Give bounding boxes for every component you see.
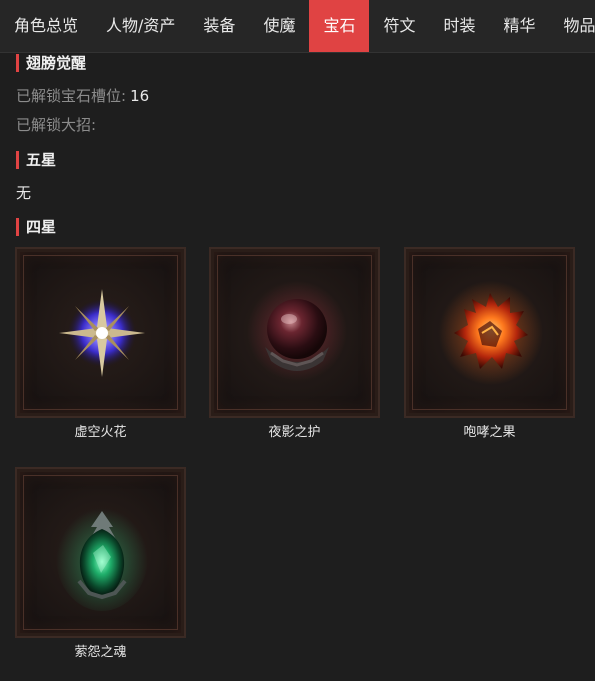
night-shadow-gem-icon — [247, 281, 347, 381]
gem-name: 咆哮之果 — [463, 425, 516, 440]
tab-equipment[interactable]: 装备 — [189, 0, 249, 52]
gem-frame[interactable] — [15, 467, 186, 638]
gem-frame[interactable] — [404, 247, 575, 418]
gem-frame[interactable] — [15, 247, 186, 418]
tab-gems[interactable]: 宝石 — [309, 0, 370, 52]
unlocked-ultimate-row: 已解锁大招: — [16, 115, 100, 135]
wing-awakening-heading: 翅膀觉醒 — [16, 54, 86, 72]
tab-essence[interactable]: 精华 — [490, 0, 550, 52]
unlocked-ultimate-label: 已解锁大招: — [16, 116, 97, 134]
tab-bar: 角色总览 人物/资产 装备 使魔 宝石 符文 时装 精华 物品 — [0, 0, 595, 53]
gem-name: 虚空火花 — [74, 425, 127, 440]
unlocked-gem-slots-label: 已解锁宝石槽位: — [16, 87, 127, 105]
five-star-empty-text: 无 — [16, 184, 32, 202]
unlocked-gem-slots-value: 16 — [130, 87, 150, 105]
tab-fashion[interactable]: 时装 — [429, 0, 489, 52]
tab-familiar[interactable]: 使魔 — [249, 0, 309, 52]
gem-card-lingering-soul[interactable]: 萦怨之魂 — [15, 467, 186, 661]
gem-name: 萦怨之魂 — [74, 645, 127, 660]
unlocked-gem-slots-row: 已解锁宝石槽位: 16 — [16, 86, 149, 106]
gem-name: 夜影之护 — [268, 425, 321, 440]
five-star-heading: 五星 — [16, 151, 56, 169]
tab-runes[interactable]: 符文 — [369, 0, 429, 52]
tab-character-assets[interactable]: 人物/资产 — [92, 0, 189, 52]
gem-card-night-shadow[interactable]: 夜影之护 — [209, 247, 380, 441]
four-star-heading: 四星 — [16, 218, 56, 236]
tab-items[interactable]: 物品 — [550, 0, 595, 52]
gem-frame[interactable] — [209, 247, 380, 418]
gem-card-roaring-fruit[interactable]: 咆哮之果 — [404, 247, 575, 441]
lingering-soul-gem-icon — [56, 503, 148, 611]
tab-overview[interactable]: 角色总览 — [0, 0, 92, 52]
void-spark-gem-icon — [59, 289, 145, 377]
gem-card-void-spark[interactable]: 虚空火花 — [15, 247, 186, 441]
roaring-fruit-gem-icon — [439, 281, 543, 385]
